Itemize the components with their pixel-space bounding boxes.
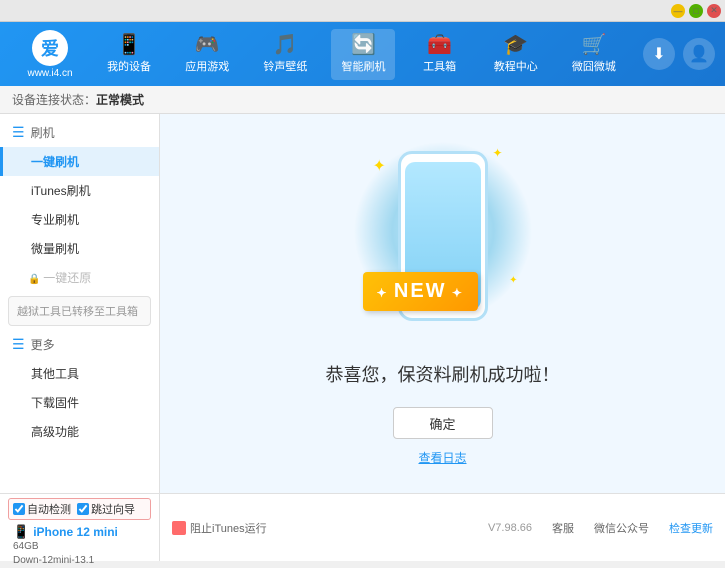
bottom-right-actions: V7.98.66 客服 微信公众号 检查更新: [488, 520, 713, 536]
wallpaper-icon: 🎵: [273, 35, 298, 55]
stop-itunes[interactable]: 阻止iTunes运行: [172, 520, 267, 536]
more-section-icon: ☰: [12, 336, 25, 353]
close-button[interactable]: ✕: [707, 4, 721, 18]
title-bar: — □ ✕: [0, 0, 725, 22]
nav-right: ⬇ 👤: [643, 38, 715, 70]
nav-bar: 📱 我的设备 🎮 应用游戏 🎵 铃声壁纸 🔄 智能刷机 🧰 工具箱 🎓 教程中心…: [90, 22, 633, 86]
status-value: 正常模式: [96, 91, 144, 108]
new-badge: NEW: [363, 272, 478, 311]
sidebar-item-micro[interactable]: 微量刷机: [0, 234, 159, 263]
bottom-section: 自动检测 跳过向导 📱 iPhone 12 mini 64GB Down-12m…: [0, 493, 725, 561]
sparkle-2: ✦: [492, 146, 502, 160]
log-link[interactable]: 查看日志: [418, 449, 466, 466]
status-label: 设备连接状态：: [12, 91, 96, 108]
nav-toolbox-label: 工具箱: [423, 58, 456, 74]
device-storage: 64GB: [13, 540, 151, 554]
device-phone-icon: 📱: [13, 524, 29, 540]
wechat-link[interactable]: 微信公众号: [594, 520, 649, 536]
nav-apps[interactable]: 🎮 应用游戏: [175, 29, 239, 80]
sidebar-item-itunes[interactable]: iTunes刷机: [0, 176, 159, 205]
sidebar-item-download-fw[interactable]: 下载固件: [0, 388, 159, 417]
sidebar-item-onekey-restore: 🔒 一键还原: [0, 263, 159, 292]
bottom-status: 阻止iTunes运行 V7.98.66 客服 微信公众号 检查更新: [160, 494, 725, 561]
logo-url: www.i4.cn: [27, 68, 72, 79]
main-area: ☰ 刷机 一键刷机 iTunes刷机 专业刷机 微量刷机 🔒 一键还原 越狱工具…: [0, 114, 725, 493]
sidebar: ☰ 刷机 一键刷机 iTunes刷机 专业刷机 微量刷机 🔒 一键还原 越狱工具…: [0, 114, 160, 493]
success-text: 恭喜您，保资料刷机成功啦！: [326, 361, 560, 387]
check-update-link[interactable]: 检查更新: [669, 520, 713, 536]
smart-flash-icon: 🔄: [351, 35, 376, 55]
nav-my-device[interactable]: 📱 我的设备: [97, 29, 161, 80]
version-text: V7.98.66: [488, 522, 532, 534]
sidebar-item-pro[interactable]: 专业刷机: [0, 205, 159, 234]
auto-detect-checkbox[interactable]: 自动检测: [13, 501, 71, 517]
flash-section: ☰ 刷机 一键刷机 iTunes刷机 专业刷机 微量刷机 🔒 一键还原 越狱工具…: [0, 118, 159, 326]
maximize-button[interactable]: □: [689, 4, 703, 18]
nav-smart-flash-label: 智能刷机: [341, 58, 385, 74]
device-name: 📱 iPhone 12 mini: [13, 524, 151, 540]
sparkle-1: ✦: [373, 156, 386, 176]
content-area: ✦ ✦ ✦ NEW 恭喜您，保资料刷机成功啦！ 确定 查看日志: [160, 114, 725, 493]
toolbox-icon: 🧰: [427, 35, 452, 55]
sidebar-item-onekey[interactable]: 一键刷机: [0, 147, 159, 176]
device-info: 📱 iPhone 12 mini 64GB Down-12mini-13.1: [8, 524, 151, 568]
service-link[interactable]: 客服: [552, 520, 574, 536]
user-button[interactable]: 👤: [683, 38, 715, 70]
stop-itunes-label: 阻止iTunes运行: [190, 520, 267, 536]
sidebar-item-other-tools[interactable]: 其他工具: [0, 359, 159, 388]
skip-wizard-input[interactable]: [77, 503, 89, 515]
logo[interactable]: 爱 www.i4.cn: [10, 30, 90, 79]
nav-wallpaper[interactable]: 🎵 铃声壁纸: [253, 29, 317, 80]
device-model: Down-12mini-13.1: [13, 554, 151, 568]
nav-toolbox[interactable]: 🧰 工具箱: [410, 29, 470, 80]
sidebar-info-box: 越狱工具已转移至工具箱: [8, 296, 151, 326]
more-section: ☰ 更多 其他工具 下载固件 高级功能: [0, 330, 159, 446]
nav-weidian-label: 微囧微城: [572, 58, 616, 74]
flash-section-icon: ☰: [12, 124, 25, 141]
nav-weidian[interactable]: 🛒 微囧微城: [562, 29, 626, 80]
weidian-icon: 🛒: [581, 35, 606, 55]
apps-icon: 🎮: [195, 35, 220, 55]
sparkle-3: ✦: [509, 275, 517, 286]
nav-apps-label: 应用游戏: [185, 58, 229, 74]
nav-tutorial[interactable]: 🎓 教程中心: [484, 29, 548, 80]
flash-section-title: ☰ 刷机: [0, 118, 159, 147]
download-button[interactable]: ⬇: [643, 38, 675, 70]
auto-detect-input[interactable]: [13, 503, 25, 515]
status-bar: 设备连接状态： 正常模式: [0, 86, 725, 114]
checkbox-row: 自动检测 跳过向导: [8, 498, 151, 520]
nav-smart-flash[interactable]: 🔄 智能刷机: [331, 29, 395, 80]
skip-wizard-checkbox[interactable]: 跳过向导: [77, 501, 135, 517]
nav-tutorial-label: 教程中心: [494, 58, 538, 74]
device-panel: 自动检测 跳过向导 📱 iPhone 12 mini 64GB Down-12m…: [0, 494, 160, 561]
sidebar-item-advanced[interactable]: 高级功能: [0, 417, 159, 446]
logo-icon: 爱: [32, 30, 68, 66]
tutorial-icon: 🎓: [503, 35, 528, 55]
header: 爱 www.i4.cn 📱 我的设备 🎮 应用游戏 🎵 铃声壁纸 🔄 智能刷机 …: [0, 22, 725, 86]
my-device-icon: 📱: [117, 35, 142, 55]
nav-wallpaper-label: 铃声壁纸: [263, 58, 307, 74]
more-section-title: ☰ 更多: [0, 330, 159, 359]
confirm-button[interactable]: 确定: [393, 407, 493, 439]
minimize-button[interactable]: —: [671, 4, 685, 18]
nav-my-device-label: 我的设备: [107, 58, 151, 74]
phone-illustration: ✦ ✦ ✦ NEW: [353, 141, 533, 341]
